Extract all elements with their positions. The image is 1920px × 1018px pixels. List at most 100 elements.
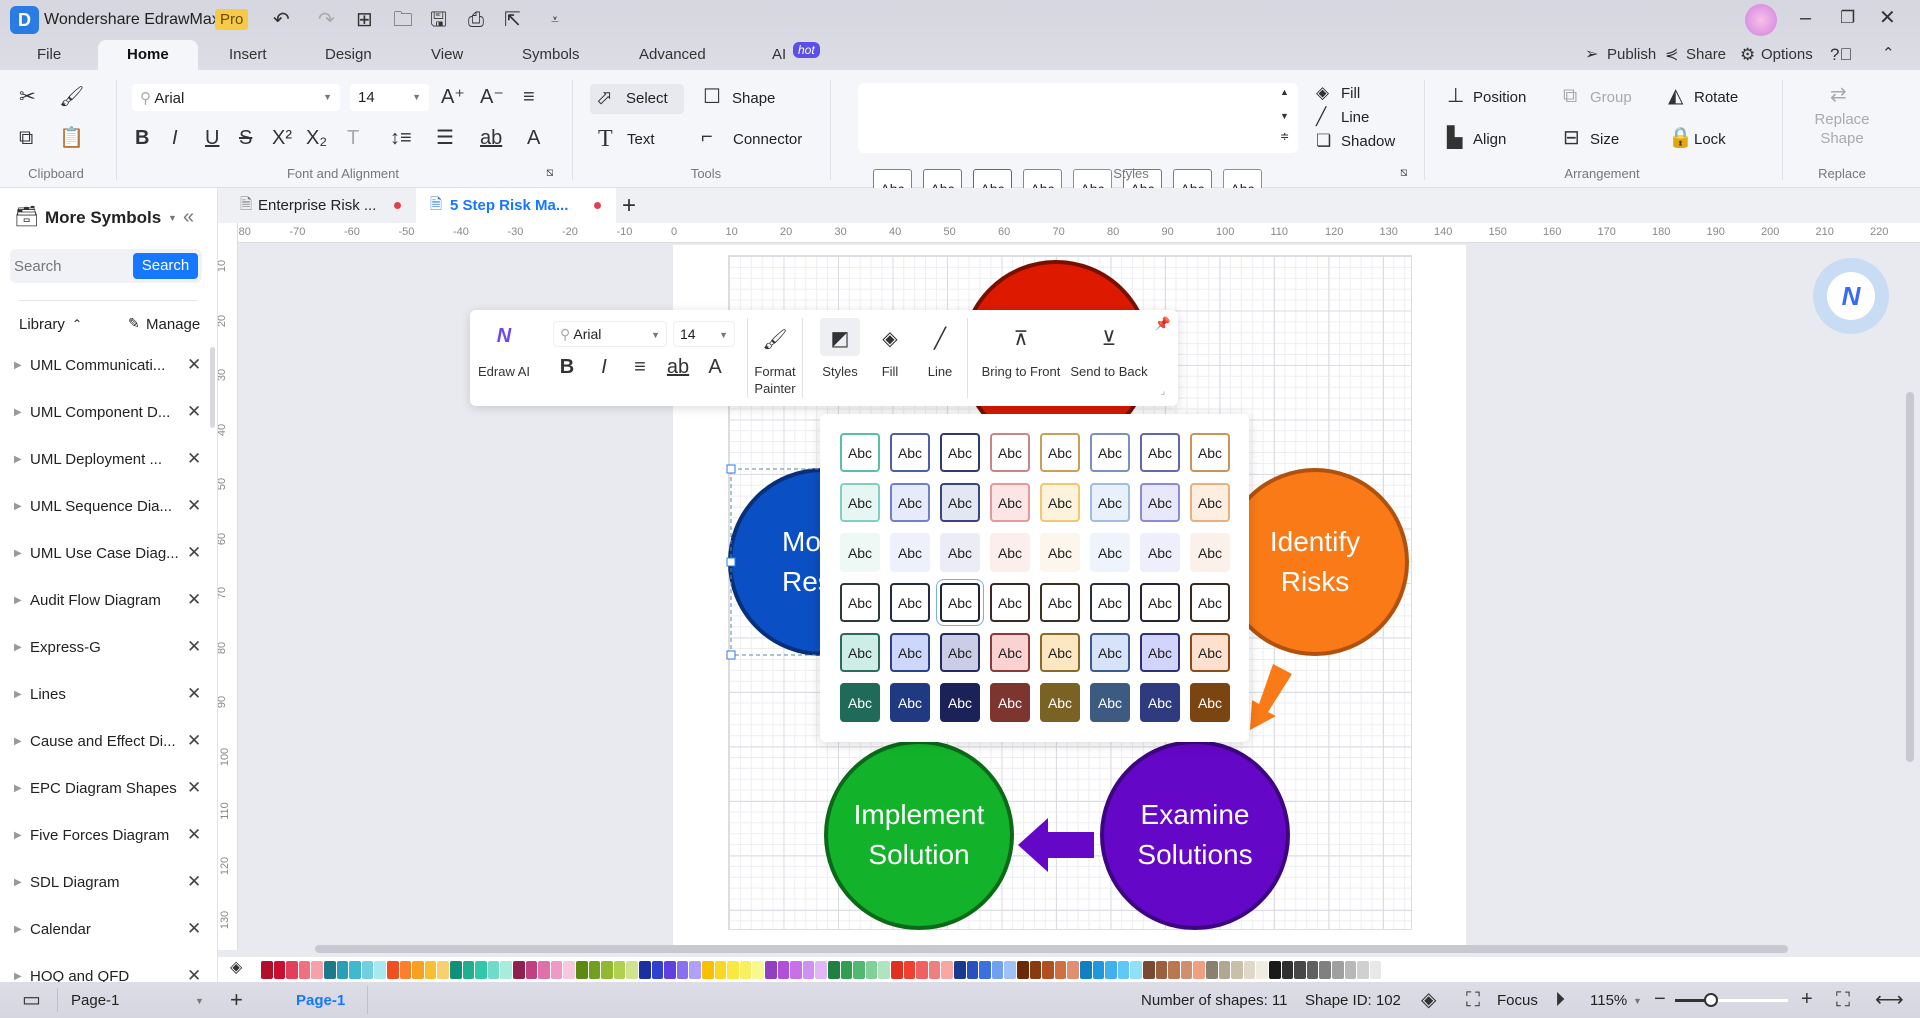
color-swatch[interactable] [324,961,336,979]
color-swatch[interactable] [1231,961,1243,979]
style-option[interactable]: Abc [1190,533,1230,572]
color-swatch[interactable] [387,961,399,979]
style-option[interactable]: Abc [1040,683,1080,722]
color-swatch[interactable] [1269,961,1281,979]
bold-icon[interactable]: B [560,356,574,379]
zoom-slider-thumb[interactable] [1704,993,1718,1007]
vertical-scrollbar[interactable] [1906,392,1914,762]
chevron-down-icon[interactable]: ▼ [195,996,204,1006]
style-option[interactable]: Abc [940,633,980,672]
italic-icon[interactable]: I [601,356,607,379]
style-option[interactable]: Abc [1090,533,1130,572]
color-swatch[interactable] [727,961,739,979]
color-swatch[interactable] [1029,961,1042,979]
color-swatch[interactable] [563,961,575,979]
color-swatch[interactable] [1042,961,1054,979]
color-swatch[interactable] [1382,961,1394,979]
style-option[interactable]: Abc [1040,633,1080,672]
fill-button[interactable]: Fill [882,363,899,380]
color-swatch[interactable] [576,961,588,979]
color-swatch[interactable] [878,961,890,979]
color-swatch[interactable] [1054,961,1067,979]
color-swatch[interactable] [525,961,538,979]
edraw-ai-assistant-button[interactable]: N [1813,258,1889,334]
styles-icon[interactable]: ◩ [831,326,850,351]
format-painter-icon[interactable]: 🖌 [762,327,787,352]
color-swatch[interactable] [954,961,966,979]
color-swatch[interactable] [1180,961,1193,979]
zoom-out-icon[interactable]: − [1654,989,1666,1009]
style-option[interactable]: Abc [1140,533,1180,572]
color-swatch[interactable] [437,961,449,979]
color-swatch[interactable] [588,961,601,979]
styles-button[interactable]: Styles [822,363,857,380]
bring-to-front-button[interactable]: Bring to Front [982,363,1061,380]
highlight-icon[interactable]: ab [667,356,689,379]
color-swatch[interactable] [1206,961,1218,979]
color-swatch[interactable] [714,961,727,979]
color-swatch[interactable] [1281,961,1294,979]
zoom-slider-track[interactable] [1675,999,1788,1002]
color-swatch[interactable] [966,961,979,979]
style-option[interactable]: Abc [1140,433,1180,472]
edraw-ai-icon[interactable]: N [497,325,511,348]
style-option[interactable]: Abc [1090,633,1130,672]
color-swatch[interactable] [1306,961,1319,979]
pin-icon[interactable]: 📌 [1155,316,1171,332]
color-swatch[interactable] [311,961,323,979]
color-swatch[interactable] [1067,961,1079,979]
focus-icon[interactable]: ⛶ [1466,990,1480,1010]
bring-to-front-icon[interactable]: ⊼ [1014,326,1029,351]
color-swatch[interactable] [702,961,714,979]
color-swatch[interactable] [1168,961,1180,979]
color-swatch[interactable] [928,961,941,979]
color-swatch[interactable] [1243,961,1256,979]
color-swatch[interactable] [412,961,424,979]
add-page-icon[interactable]: + [230,989,243,1011]
color-swatch[interactable] [374,961,386,979]
style-option[interactable]: Abc [1140,483,1180,522]
line-button[interactable]: Line [928,363,953,380]
style-option[interactable]: Abc [840,483,880,522]
style-option[interactable]: Abc [1040,433,1080,472]
color-swatch[interactable] [991,961,1004,979]
resize-handle[interactable] [726,557,736,567]
fill-color-picker-icon[interactable]: ◈ [230,960,242,976]
color-swatch[interactable] [361,961,374,979]
arrow-down-orange[interactable] [1250,664,1292,730]
color-swatch[interactable] [765,961,777,979]
format-painter-button[interactable]: Format Painter [754,363,795,397]
resize-handle[interactable] [726,464,736,474]
style-option[interactable]: Abc [1090,583,1130,622]
color-swatch[interactable] [1080,961,1092,979]
color-swatch[interactable] [450,961,462,979]
color-swatch[interactable] [424,961,437,979]
style-option[interactable]: Abc [990,533,1030,572]
style-option[interactable]: Abc [1190,483,1230,522]
style-option[interactable]: Abc [990,583,1030,622]
color-swatch[interactable] [273,961,286,979]
page-tab-page-1[interactable]: Page-1 [296,992,345,1009]
style-option[interactable]: Abc [1190,433,1230,472]
style-option[interactable]: Abc [990,483,1030,522]
color-swatch[interactable] [399,961,412,979]
color-swatch[interactable] [664,961,676,979]
zoom-level[interactable]: 115% [1590,992,1627,1009]
style-option[interactable]: Abc [1140,583,1180,622]
color-swatch[interactable] [802,961,815,979]
style-option[interactable]: Abc [990,433,1030,472]
style-option[interactable]: Abc [1090,483,1130,522]
style-option[interactable]: Abc [940,483,980,522]
color-swatch[interactable] [462,961,475,979]
horizontal-scrollbar[interactable] [315,945,1788,953]
style-option[interactable]: Abc [840,633,880,672]
color-swatch[interactable] [739,961,752,979]
chevron-down-icon[interactable]: ▼ [1633,996,1642,1006]
color-swatch[interactable] [1218,961,1231,979]
color-swatch[interactable] [1332,961,1344,979]
fullscreen-icon[interactable]: ⛶ [1836,990,1850,1010]
color-swatch[interactable] [979,961,991,979]
font-color-icon[interactable]: A [708,356,721,379]
fill-icon[interactable]: ◈ [882,326,897,351]
color-swatch[interactable] [626,961,638,979]
